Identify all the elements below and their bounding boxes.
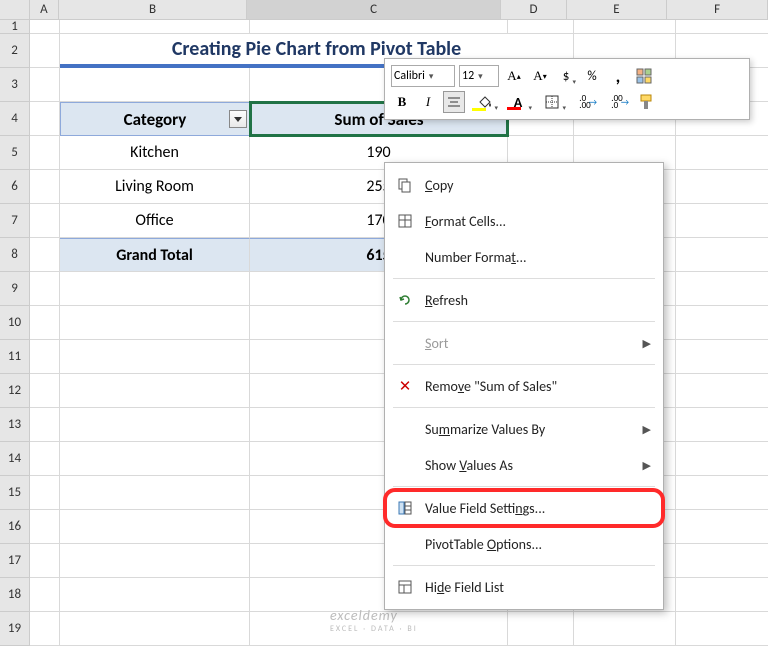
fill-color-icon[interactable]: ▾ [469, 91, 499, 113]
column-headers: A B C D E F [0, 0, 768, 20]
row-head[interactable]: 13 [0, 408, 30, 442]
row-head[interactable]: 8 [0, 238, 30, 272]
submenu-arrow-icon: ▶ [643, 459, 651, 472]
menu-number-format[interactable]: Number Format... [385, 239, 663, 275]
menu-copy[interactable]: Copy [385, 167, 663, 203]
field-list-icon [393, 579, 417, 595]
row-head[interactable]: 6 [0, 170, 30, 204]
decrease-font-icon[interactable]: A▾ [529, 65, 551, 87]
align-center-icon[interactable] [443, 91, 465, 113]
row-head[interactable]: 1 [0, 20, 30, 34]
pivot-row-label[interactable]: Office [60, 204, 250, 238]
watermark: exceldemy EXCEL · DATA · BI [330, 607, 418, 634]
row-headers: 1 2 3 4 5 6 7 8 9 10 11 12 13 14 15 16 1… [0, 20, 30, 646]
menu-label: opy [432, 177, 453, 194]
bold-icon[interactable]: B [391, 91, 413, 113]
settings-icon [393, 500, 417, 516]
increase-decimal-icon[interactable]: .0.00 → [571, 91, 599, 113]
submenu-arrow-icon: ▶ [643, 423, 651, 436]
decrease-decimal-icon[interactable]: .00.0 → [603, 91, 631, 113]
col-head-b[interactable]: B [59, 0, 247, 19]
menu-show-values-as[interactable]: Show Values As ▶ [385, 447, 663, 483]
menu-pivottable-options[interactable]: PivotTable Options... [385, 526, 663, 562]
row-head[interactable]: 19 [0, 612, 30, 646]
pivot-total-label[interactable]: Grand Total [60, 238, 250, 272]
row-head[interactable]: 2 [0, 34, 30, 68]
comma-format-icon[interactable]: , [607, 65, 629, 87]
italic-icon[interactable]: I [417, 91, 439, 113]
pivot-row-label[interactable]: Living Room [60, 170, 250, 204]
remove-icon: ✕ [393, 377, 417, 396]
select-all-corner[interactable] [0, 0, 30, 19]
borders-icon[interactable]: ▾ [537, 91, 567, 113]
menu-value-field-settings[interactable]: Value Field Settings... [385, 490, 663, 526]
menu-sort[interactable]: Sort ▶ [385, 325, 663, 361]
font-color-icon[interactable]: A▾ [503, 91, 533, 113]
row-head[interactable]: 15 [0, 476, 30, 510]
row-head[interactable]: 5 [0, 136, 30, 170]
conditional-format-icon[interactable] [633, 65, 655, 87]
menu-remove-field[interactable]: ✕ Remove "Sum of Sales" [385, 368, 663, 404]
increase-font-icon[interactable]: A▴ [503, 65, 525, 87]
row-head[interactable]: 12 [0, 374, 30, 408]
pivot-row-label[interactable]: Kitchen [60, 136, 250, 170]
submenu-arrow-icon: ▶ [643, 337, 651, 350]
col-head-a[interactable]: A [30, 0, 60, 19]
row-head[interactable]: 7 [0, 204, 30, 238]
row-head[interactable]: 10 [0, 306, 30, 340]
row-head[interactable]: 9 [0, 272, 30, 306]
menu-format-cells[interactable]: Format Cells... [385, 203, 663, 239]
row-head[interactable]: 16 [0, 510, 30, 544]
menu-hide-field-list[interactable]: Hide Field List [385, 569, 663, 605]
refresh-icon [393, 292, 417, 308]
percent-format-icon[interactable]: % [581, 65, 603, 87]
pivot-header-category[interactable]: Category [60, 102, 250, 136]
row-head[interactable]: 18 [0, 578, 30, 612]
font-size-select[interactable]: 12▾ [459, 65, 499, 87]
format-cells-icon [393, 213, 417, 229]
pivot-header-category-label: Category [124, 109, 187, 130]
format-painter-icon[interactable] [635, 91, 657, 113]
font-name-select[interactable]: Calibri▾ [391, 65, 455, 87]
col-head-f[interactable]: F [667, 0, 768, 19]
col-head-c[interactable]: C [247, 0, 502, 19]
menu-summarize-values[interactable]: Summarize Values By ▶ [385, 411, 663, 447]
row-head[interactable]: 14 [0, 442, 30, 476]
col-head-d[interactable]: D [501, 0, 566, 19]
col-head-e[interactable]: E [567, 0, 668, 19]
copy-icon [393, 177, 417, 193]
mini-toolbar: Calibri▾ 12▾ A▴ A▾ $▾ % , B I ▾ A▾ ▾ .0.… [384, 58, 750, 120]
menu-refresh[interactable]: Refresh [385, 282, 663, 318]
context-menu: Copy Format Cells... Number Format... Re… [384, 162, 664, 610]
row-head[interactable]: 11 [0, 340, 30, 374]
accounting-format-icon[interactable]: $▾ [555, 65, 577, 87]
row-head[interactable]: 4 [0, 102, 30, 136]
row-head[interactable]: 17 [0, 544, 30, 578]
filter-dropdown-icon[interactable] [229, 110, 247, 128]
row-head[interactable]: 3 [0, 68, 30, 102]
